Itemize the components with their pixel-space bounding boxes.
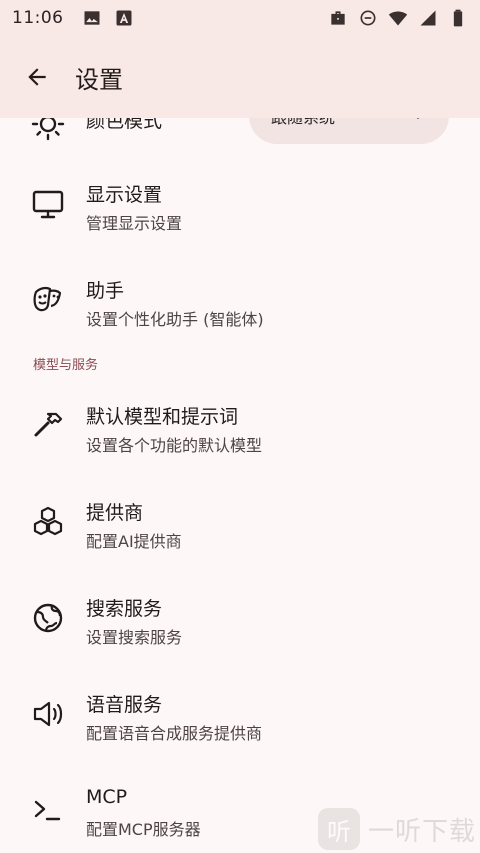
setting-search-subtitle: 设置搜索服务 [86, 628, 183, 647]
setting-provider[interactable]: 提供商 配置AI提供商 [0, 474, 480, 570]
arrow-back-icon [28, 68, 46, 86]
setting-voice[interactable]: 语音服务 配置语音合成服务提供商 [0, 666, 480, 762]
hammer-icon [30, 408, 66, 444]
speaker-icon [30, 696, 66, 732]
setting-assistant-subtitle: 设置个性化助手 (智能体) [86, 310, 264, 329]
section-header-models-services: 模型与服务 [33, 358, 99, 373]
setting-mcp-subtitle: 配置MCP服务器 [86, 820, 201, 839]
setting-default-model-title: 默认模型和提示词 [86, 406, 239, 428]
do-not-disturb-icon [358, 8, 378, 28]
setting-color-mode[interactable]: 颜色模式 跟随系统 [0, 118, 480, 148]
status-time: 11:06 [12, 8, 64, 28]
monitor-icon [30, 186, 66, 222]
setting-mcp-title: MCP [86, 786, 128, 808]
setting-color-mode-title: 颜色模式 [86, 118, 163, 132]
setting-assistant-title: 助手 [86, 280, 125, 302]
setting-provider-title: 提供商 [86, 502, 144, 524]
setting-search-title: 搜索服务 [86, 598, 163, 620]
color-mode-dropdown[interactable]: 跟随系统 [249, 118, 449, 144]
status-bar: 11:06 [0, 0, 480, 36]
watermark-badge: 听 [318, 808, 360, 850]
setting-provider-subtitle: 配置AI提供商 [86, 532, 182, 551]
app-bar: 设置 [0, 36, 480, 118]
setting-display-title: 显示设置 [86, 184, 163, 206]
image-icon [82, 8, 102, 28]
watermark-text: 一听下载 [368, 816, 477, 847]
sun-icon [30, 118, 66, 146]
setting-voice-subtitle: 配置语音合成服务提供商 [86, 724, 263, 743]
back-button[interactable] [13, 53, 61, 101]
setting-assistant[interactable]: 助手 设置个性化助手 (智能体) [0, 252, 480, 348]
wifi-icon [388, 8, 408, 28]
setting-display[interactable]: 显示设置 管理显示设置 [0, 156, 480, 252]
setting-voice-title: 语音服务 [86, 694, 163, 716]
text-a-icon [114, 8, 134, 28]
briefcase-icon [328, 8, 348, 28]
signal-icon [418, 8, 438, 28]
mask-icon [30, 282, 66, 318]
chevron-down-icon [409, 118, 427, 125]
setting-default-model-subtitle: 设置各个功能的默认模型 [86, 436, 263, 455]
setting-search[interactable]: 搜索服务 设置搜索服务 [0, 570, 480, 666]
terminal-icon [30, 792, 66, 828]
globe-icon [30, 600, 66, 636]
setting-display-subtitle: 管理显示设置 [86, 214, 183, 233]
battery-icon [448, 8, 468, 28]
settings-list[interactable]: 颜色模式 跟随系统 显示设置 管理显示设置 助手 设置个性化助手 (智能体) 模… [0, 118, 480, 853]
boxes-icon [30, 504, 66, 540]
setting-default-model[interactable]: 默认模型和提示词 设置各个功能的默认模型 [0, 378, 480, 474]
watermark: 听 一听下载 [318, 806, 478, 852]
color-mode-dropdown-value: 跟随系统 [271, 118, 335, 128]
page-title: 设置 [75, 65, 123, 94]
